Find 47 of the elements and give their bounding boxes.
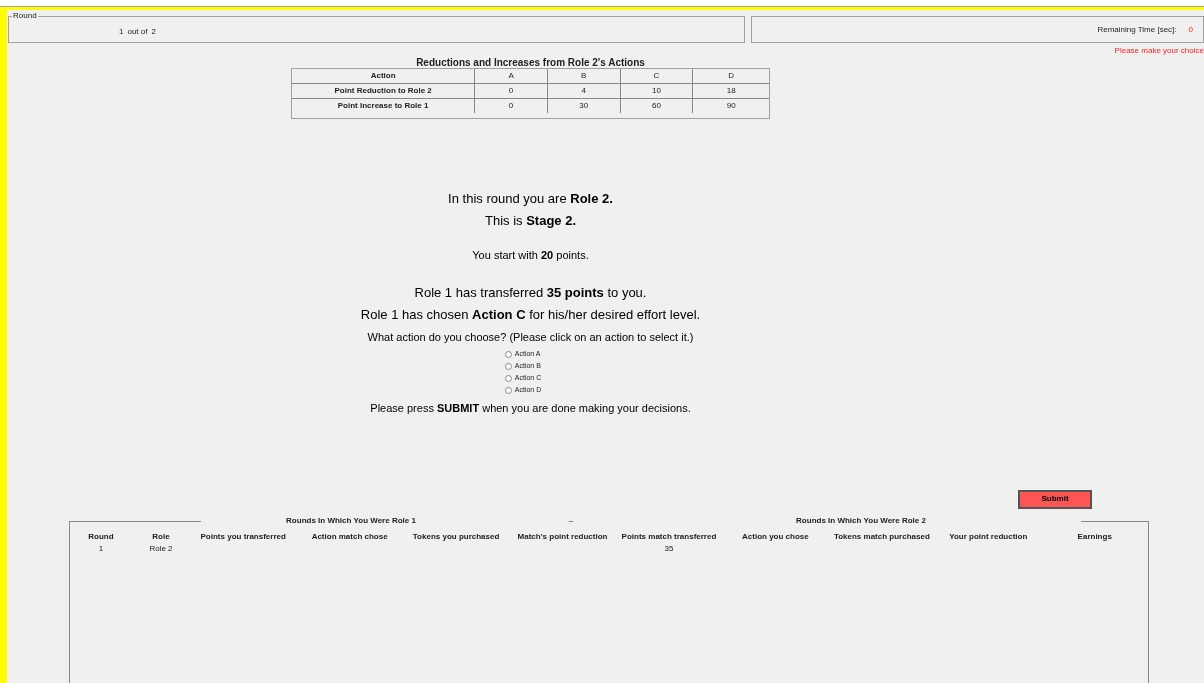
column-header: C <box>619 69 693 83</box>
table-cell: 35 <box>664 542 674 555</box>
instruction-text: What action do you choose? (Please click on an action to select it.) <box>367 330 694 345</box>
round-separator: out of <box>127 26 148 38</box>
table-cell: 18 <box>692 84 770 98</box>
timer-label: Remaining Time [sec]: <box>1097 23 1177 36</box>
submit-button[interactable]: Submit <box>1018 489 1092 509</box>
column-header: Tokens you purchased <box>412 530 500 543</box>
column-header: Match's point reduction <box>517 530 608 543</box>
column-header: Action match chose <box>311 530 388 543</box>
instruction-text: Role 1 has transferred 35 points to you. <box>414 285 647 301</box>
column-header: Role <box>152 530 170 543</box>
table-cell: 90 <box>692 99 770 113</box>
instruction-text: Role 1 has chosen Action C for his/her desired effort level. <box>360 307 701 323</box>
table-cell: 4 <box>546 84 620 98</box>
warning-text: Please make your choice <box>1114 45 1204 57</box>
table-cell-text: Point Increase to Role 1 <box>336 100 430 112</box>
instruction-text: This is Stage 2. <box>485 213 576 229</box>
column-header: Action <box>369 70 397 82</box>
table-cell: 1 <box>98 542 104 555</box>
table-cell: Role 2 <box>149 542 173 555</box>
column-header: A <box>474 69 547 83</box>
column-header: Earnings <box>1077 530 1112 543</box>
timer-value: 0 <box>1188 23 1193 36</box>
group-divider: – <box>567 514 575 527</box>
column-header: Your point reduction <box>949 530 1028 543</box>
table-cell: 0 <box>474 99 547 113</box>
round-number: 1 <box>119 26 124 38</box>
submit-instruction: Please press SUBMIT when you are done making your decisions. <box>370 401 691 416</box>
table-cell-text: Point Reduction to Role 2 <box>333 85 433 97</box>
round-total: 2 <box>151 26 156 38</box>
column-header: Round <box>88 530 114 543</box>
instruction-text: In this round you are Role 2. <box>448 191 613 207</box>
column-header: B <box>546 69 620 83</box>
table-title: Reductions and Increases from Role 2's Actions <box>416 58 645 68</box>
group-title: Rounds In Which You Were Role 1 <box>285 514 417 527</box>
table-cell: 10 <box>619 84 693 98</box>
table-cell: 0 <box>474 84 547 98</box>
group-title: Rounds In Which You Were Role 2 <box>795 514 927 527</box>
table-cell: 30 <box>546 99 620 113</box>
column-header: Points match transferred <box>621 530 717 543</box>
column-header: D <box>692 69 770 83</box>
column-header: Points you transferred <box>200 530 286 543</box>
column-header: Tokens match purchased <box>833 530 930 543</box>
instruction-text: You start with 20 points. <box>472 248 589 263</box>
column-header: Action you chose <box>742 530 809 543</box>
table-cell: 60 <box>619 99 693 113</box>
